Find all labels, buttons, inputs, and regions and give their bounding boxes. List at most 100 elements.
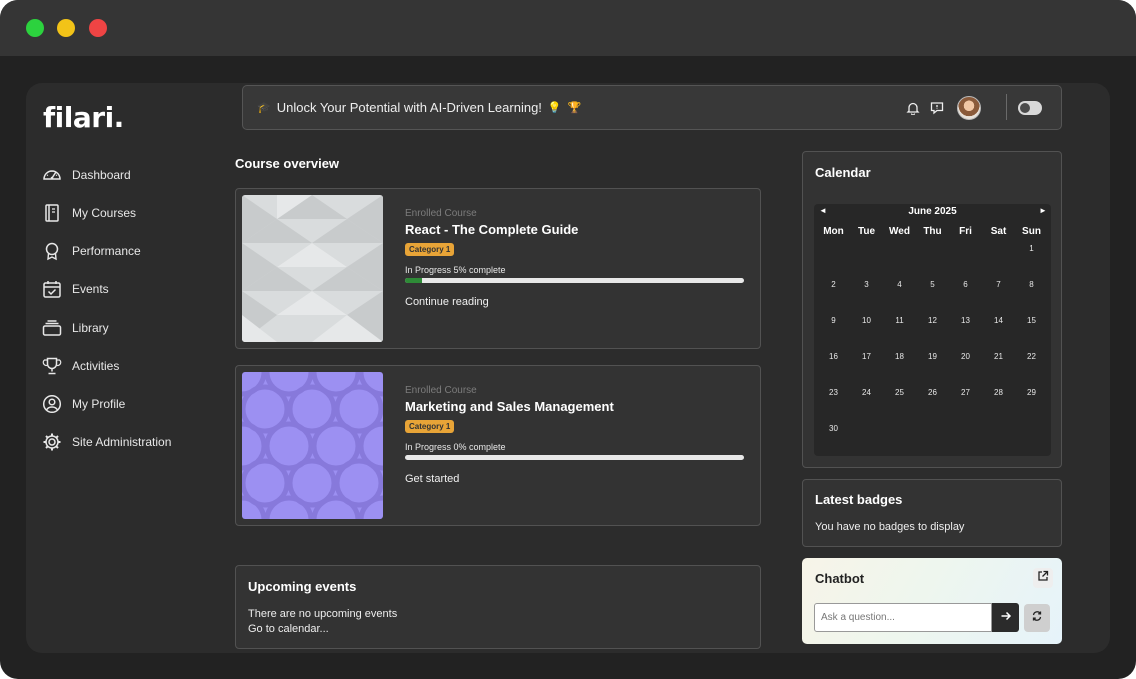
course-title[interactable]: React - The Complete Guide: [405, 222, 745, 237]
graduation-cap-icon: 🎓: [257, 102, 271, 114]
weekday-header: Sat: [990, 226, 1007, 237]
calendar-day[interactable]: 5: [916, 280, 949, 289]
course-thumbnail[interactable]: [242, 195, 383, 342]
calendar-day[interactable]: 9: [817, 316, 850, 325]
calendar-day[interactable]: 2: [817, 280, 850, 289]
calendar-day[interactable]: 29: [1015, 388, 1048, 397]
calendar-day[interactable]: 24: [850, 388, 883, 397]
sidebar-item-dashboard[interactable]: Dashboard: [42, 163, 222, 187]
calendar-day[interactable]: 20: [949, 352, 982, 361]
award-icon: [42, 241, 62, 261]
app-window: filari. Dashboard My Courses Performance: [0, 0, 1136, 679]
upcoming-events-panel: Upcoming events There are no upcoming ev…: [235, 565, 761, 649]
sidebar-item-library[interactable]: Library: [42, 316, 222, 340]
sidebar-item-label: Site Administration: [72, 435, 172, 449]
refresh-button[interactable]: [1024, 604, 1050, 632]
sidebar-item-my-courses[interactable]: My Courses: [42, 201, 222, 225]
arrow-right-icon: [1000, 609, 1012, 627]
calendar-day[interactable]: 27: [949, 388, 982, 397]
sidebar-item-my-profile[interactable]: My Profile: [42, 392, 222, 416]
calendar-day[interactable]: 23: [817, 388, 850, 397]
category-badge: Category 1: [405, 243, 455, 256]
logo[interactable]: filari.: [43, 101, 124, 134]
theme-toggle[interactable]: [1018, 101, 1042, 115]
refresh-icon: [1031, 609, 1043, 627]
sidebar-item-performance[interactable]: Performance: [42, 239, 222, 263]
gauge-icon: [42, 165, 62, 185]
sidebar-item-events[interactable]: Events: [42, 277, 222, 301]
calendar-day[interactable]: 10: [850, 316, 883, 325]
window-maximize-button[interactable]: [26, 19, 44, 37]
upcoming-events-title: Upcoming events: [248, 579, 357, 594]
avatar[interactable]: [957, 96, 981, 120]
next-month-button[interactable]: ►: [1039, 206, 1047, 215]
book-icon: [42, 203, 62, 223]
window-titlebar: [0, 0, 1136, 56]
weekday-header: Thu: [923, 226, 942, 237]
course-info: Enrolled Course React - The Complete Gui…: [405, 208, 745, 310]
chatbot-input[interactable]: [814, 603, 992, 632]
sidebar-item-label: Events: [72, 282, 109, 296]
calendar-day[interactable]: 14: [982, 316, 1015, 325]
category-badge: Category 1: [405, 420, 455, 433]
send-button[interactable]: [992, 603, 1019, 632]
calendar-day[interactable]: 17: [850, 352, 883, 361]
progress-text: In Progress 5% complete: [405, 265, 506, 275]
calendar-widget: ◄ June 2025 ► Mon Tue Wed Thu Fri Sat Sun 1 2 3 4 5…: [814, 204, 1051, 456]
sidebar-item-label: Dashboard: [72, 168, 131, 182]
chatbot-title: Chatbot: [815, 571, 865, 586]
weekday-header: Tue: [857, 226, 876, 237]
calendar-day[interactable]: 15: [1015, 316, 1048, 325]
calendar-day[interactable]: 6: [949, 280, 982, 289]
top-banner: 🎓 Unlock Your Potential with AI-Driven L…: [242, 85, 1062, 130]
calendar-day[interactable]: 8: [1015, 280, 1048, 289]
course-info: Enrolled Course Marketing and Sales Mana…: [405, 385, 745, 487]
continue-reading-link[interactable]: Continue reading: [405, 296, 489, 308]
calendar-day[interactable]: 13: [949, 316, 982, 325]
window-close-button[interactable]: [89, 19, 107, 37]
calendar-day[interactable]: 21: [982, 352, 1015, 361]
course-card[interactable]: Enrolled Course React - The Complete Gui…: [235, 188, 761, 349]
calendar-day[interactable]: 12: [916, 316, 949, 325]
latest-badges-panel: Latest badges You have no badges to disp…: [802, 479, 1062, 547]
calendar-day[interactable]: 4: [883, 280, 916, 289]
calendar-header: ◄ June 2025 ►: [814, 204, 1051, 220]
chatbot-panel: Chatbot: [802, 558, 1062, 644]
calendar-day[interactable]: 16: [817, 352, 850, 361]
sidebar-item-site-administration[interactable]: Site Administration: [42, 430, 222, 454]
progress-text: In Progress 0% complete: [405, 442, 506, 452]
calendar-day[interactable]: 1: [1015, 244, 1048, 253]
calendar-day[interactable]: 28: [982, 388, 1015, 397]
open-external-button[interactable]: [1033, 568, 1053, 588]
calendar-day[interactable]: 30: [817, 424, 850, 433]
calendar-day[interactable]: 26: [916, 388, 949, 397]
bell-icon[interactable]: [904, 99, 922, 117]
calendar-panel: Calendar ◄ June 2025 ► Mon Tue Wed Thu Fri Sa…: [802, 151, 1062, 468]
calendar-day[interactable]: 25: [883, 388, 916, 397]
user-circle-icon: [42, 394, 62, 414]
progress-bar: [405, 455, 744, 460]
course-label: Enrolled Course: [405, 208, 477, 219]
message-alert-icon[interactable]: [928, 99, 946, 117]
course-card[interactable]: Enrolled Course Marketing and Sales Mana…: [235, 365, 761, 526]
banner-text: Unlock Your Potential with AI-Driven Lea…: [276, 100, 542, 115]
calendar-day[interactable]: 19: [916, 352, 949, 361]
calendar-title: Calendar: [815, 165, 871, 180]
calendar-day[interactable]: 3: [850, 280, 883, 289]
go-to-calendar-link[interactable]: Go to calendar...: [248, 623, 329, 635]
sidebar-item-activities[interactable]: Activities: [42, 354, 222, 378]
window-minimize-button[interactable]: [57, 19, 75, 37]
course-thumbnail[interactable]: [242, 372, 383, 519]
trophy-emoji-icon: 🏆: [567, 102, 582, 114]
progress-bar-fill: [405, 278, 422, 283]
weekday-header: Wed: [889, 226, 910, 237]
calendar-day[interactable]: 11: [883, 316, 916, 325]
course-title[interactable]: Marketing and Sales Management: [405, 399, 745, 414]
weekday-header: Fri: [959, 226, 972, 237]
calendar-day[interactable]: 18: [883, 352, 916, 361]
get-started-link[interactable]: Get started: [405, 473, 459, 485]
dashboard: filari. Dashboard My Courses Performance: [26, 83, 1110, 653]
course-overview-title: Course overview: [235, 156, 340, 171]
calendar-day[interactable]: 22: [1015, 352, 1048, 361]
calendar-day[interactable]: 7: [982, 280, 1015, 289]
